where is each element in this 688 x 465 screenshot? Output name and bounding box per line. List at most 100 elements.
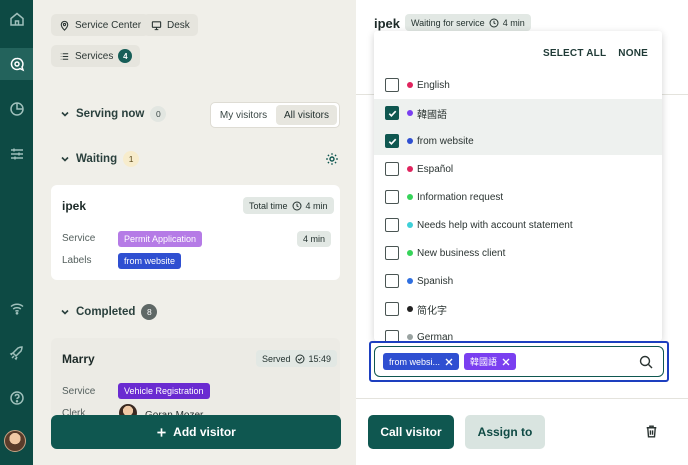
help-icon[interactable] [0,382,33,414]
services-count-badge: 4 [118,49,133,63]
waiting-count: 1 [123,151,140,167]
label-option-text: Needs help with account statement [417,219,573,231]
list-icon [60,52,69,60]
label-checkbox[interactable] [385,190,399,204]
divider [356,398,688,399]
label-option[interactable]: Information request [374,183,662,211]
call-visitor-button[interactable]: Call visitor [368,415,454,449]
add-visitor-button[interactable]: Add visitor [51,415,341,449]
completed-count: 8 [141,304,158,320]
label-option-text: Español [417,163,454,175]
all-visitors-tab[interactable]: All visitors [276,105,337,125]
service-tag: Vehicle Registration [118,383,210,399]
served-badge: Served 15:49 [256,350,338,367]
check-circle-icon [295,354,305,363]
label-option[interactable]: Español [374,155,662,183]
visitor-detail-panel: ipek Waiting for service 4 min SELECT AL… [356,0,688,465]
select-none-button[interactable]: NONE [618,48,648,59]
trash-icon[interactable] [644,424,659,439]
waiting-visitor-card[interactable]: ipek Total time 4 min Service Permit App… [51,185,340,280]
label-option-text: German [417,331,454,342]
selected-label-chip: from websi... [383,353,460,370]
detail-visitor-name: ipek [374,16,401,31]
close-icon[interactable] [502,358,510,366]
chevron-down-icon [61,156,69,162]
wifi-icon[interactable] [0,292,33,324]
desk-filter[interactable]: Desk [143,14,198,36]
sliders-icon[interactable] [0,138,33,170]
service-center-filter[interactable]: Service Center [51,14,150,36]
pie-chart-icon[interactable] [0,93,33,125]
label-option-text: New business client [417,247,506,259]
label-checkbox[interactable] [385,274,399,288]
label-option[interactable]: German [374,323,662,341]
label-option-text: English [417,79,450,91]
label-option[interactable]: Spanish [374,267,662,295]
label-checkbox[interactable] [385,246,399,260]
selected-chip-text: 韓國語 [470,357,498,367]
completed-title: Completed [76,306,136,318]
label-checkbox[interactable] [385,302,399,316]
search-icon[interactable] [639,355,653,369]
waiting-header[interactable]: Waiting 1 [60,151,140,167]
label-color-dot [407,138,413,144]
home-icon[interactable] [0,3,33,35]
served-time: 15:49 [308,353,332,364]
assign-to-button[interactable]: Assign to [465,415,545,449]
dropdown-actions: SELECT ALL NONE [543,48,648,59]
selected-chip-text: from websi... [389,356,441,367]
completed-header[interactable]: Completed 8 [60,304,158,320]
label-checkbox[interactable] [385,330,399,341]
clock-icon [489,18,499,27]
label-checkbox[interactable] [385,134,399,148]
label-option[interactable]: Needs help with account statement [374,211,662,239]
completed-visitor-card[interactable]: Marry Served 15:49 Service Vehicle Regis… [51,338,340,418]
label-option[interactable]: 简化字 [374,295,662,323]
label-checkbox[interactable] [385,106,399,120]
add-visitor-label: Add visitor [173,425,236,439]
label-option-text: 简化字 [417,305,447,317]
selected-label-chip: 韓國語 [464,353,517,370]
visitor-list-panel: Service Center Desk Services 4 Serving n… [33,0,356,465]
label-color-dot [407,306,413,312]
services-label: Services [75,50,114,62]
visitor-name: ipek [62,199,87,213]
label-color-dot [407,334,413,340]
label-option-text: Spanish [417,275,454,287]
close-icon[interactable] [445,358,453,366]
visitor-scope-toggle: My visitors All visitors [210,102,340,128]
label-tag: from website [118,253,182,269]
served-label: Served [262,353,291,364]
label-option[interactable]: 韓國語 [374,99,662,127]
label-option[interactable]: English [374,71,662,99]
gear-icon[interactable] [325,152,339,166]
serving-now-header[interactable]: Serving now 0 [60,106,167,122]
service-time-badge: 4 min [297,231,332,247]
label-color-dot [407,194,413,200]
total-time-label: Total time [249,200,288,211]
label-checkbox[interactable] [385,162,399,176]
waiting-status-badge: Waiting for service 4 min [405,14,531,31]
select-all-button[interactable]: SELECT ALL [543,48,606,59]
waiting-title: Waiting [76,153,118,165]
label-checkbox[interactable] [385,78,399,92]
label-color-dot [407,166,413,172]
my-visitors-tab[interactable]: My visitors [213,105,274,125]
total-time-value: 4 min [305,200,328,211]
left-rail [0,0,33,465]
rocket-icon[interactable] [0,337,33,369]
services-filter[interactable]: Services 4 [51,45,141,67]
label-option[interactable]: New business client [374,239,662,267]
label-option[interactable]: from website [374,127,662,155]
label-checkbox[interactable] [385,218,399,232]
user-avatar[interactable] [4,430,26,452]
label-color-dot [407,110,413,116]
service-label: Service [62,386,96,397]
chat-search-icon[interactable] [0,48,33,80]
serving-now-title: Serving now [76,108,145,120]
label-search-input[interactable]: from websi... 韓國語 [374,346,664,377]
label-option-text: Information request [417,191,504,203]
label-color-dot [407,250,413,256]
service-label: Service [62,233,96,244]
waiting-status-time: 4 min [502,17,525,28]
